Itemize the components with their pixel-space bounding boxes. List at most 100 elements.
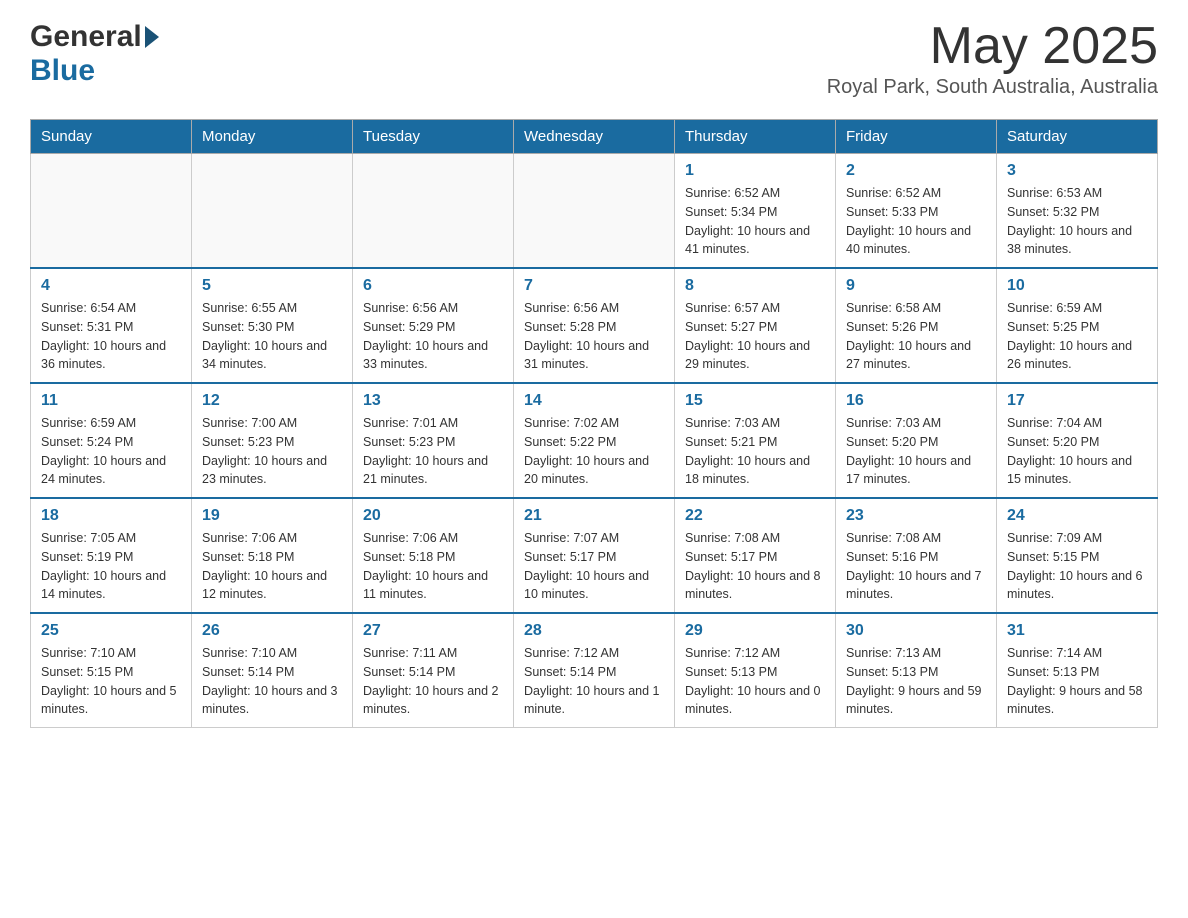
calendar-week-row: 25 Sunrise: 7:10 AMSunset: 5:15 PMDayligh… <box>31 613 1158 728</box>
logo-blue-text: Blue <box>30 54 95 87</box>
logo-general-text: General <box>30 20 142 54</box>
table-row: 16 Sunrise: 7:03 AMSunset: 5:20 PMDayligh… <box>836 383 997 498</box>
table-row: 18 Sunrise: 7:05 AMSunset: 5:19 PMDayligh… <box>31 498 192 613</box>
day-number: 11 <box>41 392 181 410</box>
day-number: 7 <box>524 277 664 295</box>
table-row: 27Sunrise: 7:11 AMSunset: 5:14 PMDayligh… <box>353 613 514 728</box>
table-row <box>514 154 675 269</box>
day-info: Sunrise: 7:12 AMSunset: 5:14 PMDaylight:… <box>524 644 664 719</box>
table-row: 8 Sunrise: 6:57 AMSunset: 5:27 PMDaylight… <box>675 268 836 383</box>
day-info: Sunrise: 7:09 AMSunset: 5:15 PMDaylight:… <box>1007 529 1147 604</box>
day-info: Sunrise: 7:03 AMSunset: 5:20 PMDaylight:… <box>846 414 986 489</box>
day-info: Sunrise: 6:57 AMSunset: 5:27 PMDaylight:… <box>685 299 825 374</box>
table-row: 9 Sunrise: 6:58 AMSunset: 5:26 PMDaylight… <box>836 268 997 383</box>
table-row: 21Sunrise: 7:07 AMSunset: 5:17 PMDayligh… <box>514 498 675 613</box>
day-info: Sunrise: 7:12 AMSunset: 5:13 PMDaylight:… <box>685 644 825 719</box>
day-info: Sunrise: 7:07 AMSunset: 5:17 PMDaylight:… <box>524 529 664 604</box>
day-number: 14 <box>524 392 664 410</box>
table-row: 29Sunrise: 7:12 AMSunset: 5:13 PMDayligh… <box>675 613 836 728</box>
day-number: 8 <box>685 277 825 295</box>
table-row: 1 Sunrise: 6:52 AMSunset: 5:34 PMDaylight… <box>675 154 836 269</box>
title-section: May 2025 Royal Park, South Australia, Au… <box>827 20 1158 99</box>
table-row: 26 Sunrise: 7:10 AMSunset: 5:14 PMDayligh… <box>192 613 353 728</box>
day-info: Sunrise: 6:52 AMSunset: 5:34 PMDaylight:… <box>685 184 825 259</box>
calendar-week-row: 18 Sunrise: 7:05 AMSunset: 5:19 PMDayligh… <box>31 498 1158 613</box>
table-row: 17 Sunrise: 7:04 AMSunset: 5:20 PMDayligh… <box>997 383 1158 498</box>
calendar-week-row: 11 Sunrise: 6:59 AMSunset: 5:24 PMDayligh… <box>31 383 1158 498</box>
day-info: Sunrise: 7:05 AMSunset: 5:19 PMDaylight:… <box>41 529 181 604</box>
table-row: 14 Sunrise: 7:02 AMSunset: 5:22 PMDayligh… <box>514 383 675 498</box>
day-info: Sunrise: 7:08 AMSunset: 5:16 PMDaylight:… <box>846 529 986 604</box>
day-info: Sunrise: 6:56 AMSunset: 5:29 PMDaylight:… <box>363 299 503 374</box>
day-info: Sunrise: 6:52 AMSunset: 5:33 PMDaylight:… <box>846 184 986 259</box>
col-wednesday: Wednesday <box>514 120 675 154</box>
table-row: 7 Sunrise: 6:56 AMSunset: 5:28 PMDaylight… <box>514 268 675 383</box>
day-number: 2 <box>846 162 986 180</box>
day-info: Sunrise: 7:02 AMSunset: 5:22 PMDaylight:… <box>524 414 664 489</box>
day-info: Sunrise: 7:03 AMSunset: 5:21 PMDaylight:… <box>685 414 825 489</box>
day-info: Sunrise: 6:59 AMSunset: 5:25 PMDaylight:… <box>1007 299 1147 374</box>
location-title: Royal Park, South Australia, Australia <box>827 76 1158 99</box>
table-row: 25 Sunrise: 7:10 AMSunset: 5:15 PMDayligh… <box>31 613 192 728</box>
col-monday: Monday <box>192 120 353 154</box>
calendar-table: Sunday Monday Tuesday Wednesday Thursday… <box>30 119 1158 728</box>
table-row <box>31 154 192 269</box>
table-row: 13 Sunrise: 7:01 AMSunset: 5:23 PMDayligh… <box>353 383 514 498</box>
table-row: 24 Sunrise: 7:09 AMSunset: 5:15 PMDayligh… <box>997 498 1158 613</box>
day-number: 27 <box>363 622 503 640</box>
day-number: 1 <box>685 162 825 180</box>
day-info: Sunrise: 6:54 AMSunset: 5:31 PMDaylight:… <box>41 299 181 374</box>
day-info: Sunrise: 7:08 AMSunset: 5:17 PMDaylight:… <box>685 529 825 604</box>
calendar-week-row: 4 Sunrise: 6:54 AMSunset: 5:31 PMDaylight… <box>31 268 1158 383</box>
day-number: 13 <box>363 392 503 410</box>
day-info: Sunrise: 7:10 AMSunset: 5:15 PMDaylight:… <box>41 644 181 719</box>
day-number: 18 <box>41 507 181 525</box>
day-info: Sunrise: 7:10 AMSunset: 5:14 PMDaylight:… <box>202 644 342 719</box>
day-info: Sunrise: 7:06 AMSunset: 5:18 PMDaylight:… <box>363 529 503 604</box>
day-number: 6 <box>363 277 503 295</box>
col-thursday: Thursday <box>675 120 836 154</box>
table-row: 20 Sunrise: 7:06 AMSunset: 5:18 PMDayligh… <box>353 498 514 613</box>
table-row <box>192 154 353 269</box>
day-info: Sunrise: 7:00 AMSunset: 5:23 PMDaylight:… <box>202 414 342 489</box>
table-row: 2 Sunrise: 6:52 AMSunset: 5:33 PMDaylight… <box>836 154 997 269</box>
day-number: 16 <box>846 392 986 410</box>
logo-arrow-icon <box>145 26 159 48</box>
day-info: Sunrise: 7:01 AMSunset: 5:23 PMDaylight:… <box>363 414 503 489</box>
day-number: 22 <box>685 507 825 525</box>
day-info: Sunrise: 6:59 AMSunset: 5:24 PMDaylight:… <box>41 414 181 489</box>
table-row: 30Sunrise: 7:13 AMSunset: 5:13 PMDayligh… <box>836 613 997 728</box>
day-number: 9 <box>846 277 986 295</box>
day-info: Sunrise: 7:04 AMSunset: 5:20 PMDaylight:… <box>1007 414 1147 489</box>
table-row: 31Sunrise: 7:14 AMSunset: 5:13 PMDayligh… <box>997 613 1158 728</box>
day-number: 24 <box>1007 507 1147 525</box>
day-info: Sunrise: 6:56 AMSunset: 5:28 PMDaylight:… <box>524 299 664 374</box>
table-row: 6 Sunrise: 6:56 AMSunset: 5:29 PMDaylight… <box>353 268 514 383</box>
table-row: 23 Sunrise: 7:08 AMSunset: 5:16 PMDayligh… <box>836 498 997 613</box>
day-number: 26 <box>202 622 342 640</box>
table-row: 5Sunrise: 6:55 AMSunset: 5:30 PMDaylight… <box>192 268 353 383</box>
day-number: 12 <box>202 392 342 410</box>
day-number: 23 <box>846 507 986 525</box>
table-row <box>353 154 514 269</box>
day-info: Sunrise: 7:14 AMSunset: 5:13 PMDaylight:… <box>1007 644 1147 719</box>
day-number: 17 <box>1007 392 1147 410</box>
calendar-week-row: 1 Sunrise: 6:52 AMSunset: 5:34 PMDaylight… <box>31 154 1158 269</box>
table-row: 12 Sunrise: 7:00 AMSunset: 5:23 PMDayligh… <box>192 383 353 498</box>
day-number: 20 <box>363 507 503 525</box>
day-number: 25 <box>41 622 181 640</box>
logo: General Blue <box>30 20 162 88</box>
table-row: 4 Sunrise: 6:54 AMSunset: 5:31 PMDaylight… <box>31 268 192 383</box>
day-number: 4 <box>41 277 181 295</box>
table-row: 10 Sunrise: 6:59 AMSunset: 5:25 PMDayligh… <box>997 268 1158 383</box>
table-row: 15 Sunrise: 7:03 AMSunset: 5:21 PMDayligh… <box>675 383 836 498</box>
calendar-header-row: Sunday Monday Tuesday Wednesday Thursday… <box>31 120 1158 154</box>
day-info: Sunrise: 7:13 AMSunset: 5:13 PMDaylight:… <box>846 644 986 719</box>
day-number: 5 <box>202 277 342 295</box>
day-info: Sunrise: 6:58 AMSunset: 5:26 PMDaylight:… <box>846 299 986 374</box>
day-number: 10 <box>1007 277 1147 295</box>
day-number: 28 <box>524 622 664 640</box>
table-row: 19Sunrise: 7:06 AMSunset: 5:18 PMDayligh… <box>192 498 353 613</box>
day-number: 15 <box>685 392 825 410</box>
day-number: 19 <box>202 507 342 525</box>
